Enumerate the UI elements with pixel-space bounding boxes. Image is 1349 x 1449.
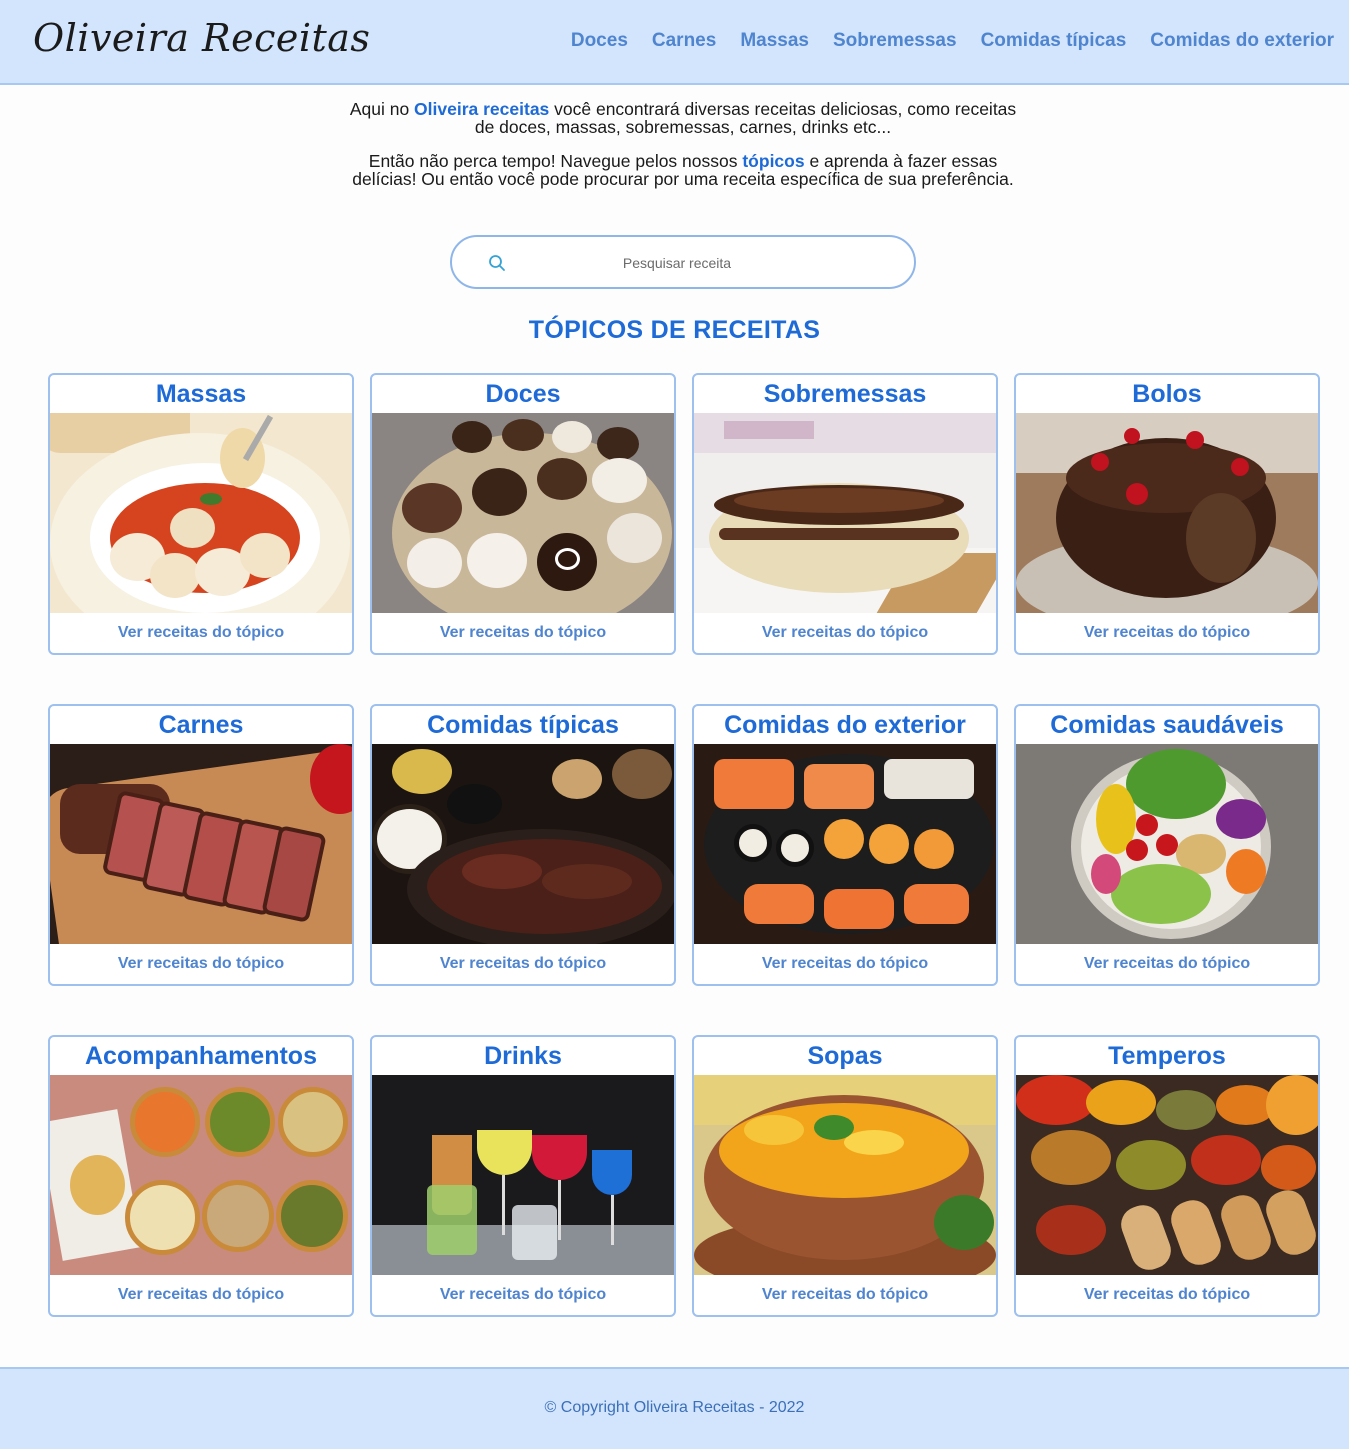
card-link[interactable]: Ver receitas do tópico <box>50 944 352 984</box>
topic-card-comidas-saudaveis[interactable]: Comidas saudáveis Ver receitas do tópico <box>1014 704 1320 986</box>
bolos-image[interactable] <box>1016 413 1318 613</box>
nav-link-carnes[interactable]: Carnes <box>652 30 716 52</box>
intro-topics-highlight: tópicos <box>742 151 805 171</box>
intro-paragraph-2: Então não perca tempo! Navegue pelos nos… <box>340 152 1026 188</box>
copyright-text: © Copyright Oliveira Receitas - 2022 <box>544 1399 805 1416</box>
topic-card-comidas-exterior[interactable]: Comidas do exterior Ver receitas do tópi… <box>692 704 998 986</box>
intro-text: Aqui no Oliveira receitas você encontrar… <box>340 100 1026 204</box>
card-link[interactable]: Ver receitas do tópico <box>372 1275 674 1315</box>
site-logo[interactable]: Oliveira Receitas <box>33 16 370 60</box>
card-title: Comidas saudáveis <box>1050 711 1284 739</box>
card-link[interactable]: Ver receitas do tópico <box>1016 944 1318 984</box>
nav-link-doces[interactable]: Doces <box>571 30 628 52</box>
card-title: Comidas típicas <box>427 711 619 739</box>
topic-card-comidas-tipicas[interactable]: Comidas típicas Ver receitas do tópico <box>370 704 676 986</box>
acompanhamentos-image[interactable] <box>50 1075 352 1275</box>
card-link[interactable]: Ver receitas do tópico <box>694 613 996 653</box>
card-title: Carnes <box>158 711 244 739</box>
card-title: Doces <box>485 380 561 408</box>
drinks-image[interactable] <box>372 1075 674 1275</box>
carnes-image[interactable] <box>50 744 352 944</box>
topic-card-massas[interactable]: Massas Ver receitas do tópico <box>48 373 354 655</box>
site-header: Oliveira Receitas Doces Carnes Massas So… <box>0 0 1349 85</box>
topic-card-carnes[interactable]: Carnes Ver receitas do tópico <box>48 704 354 986</box>
card-link[interactable]: Ver receitas do tópico <box>1016 613 1318 653</box>
sopas-image[interactable] <box>694 1075 996 1275</box>
comidas-tipicas-image[interactable] <box>372 744 674 944</box>
card-link[interactable]: Ver receitas do tópico <box>50 1275 352 1315</box>
card-link[interactable]: Ver receitas do tópico <box>372 613 674 653</box>
nav-link-comidas-exterior[interactable]: Comidas do exterior <box>1150 30 1334 52</box>
intro-p2-pre: Então não perca tempo! Navegue pelos nos… <box>368 151 743 171</box>
card-title: Bolos <box>1132 380 1202 408</box>
topic-card-bolos[interactable]: Bolos Ver receitas do tópico <box>1014 373 1320 655</box>
search-input[interactable] <box>522 249 832 277</box>
card-title: Comidas do exterior <box>724 711 966 739</box>
card-title: Acompanhamentos <box>85 1042 317 1070</box>
card-link[interactable]: Ver receitas do tópico <box>372 944 674 984</box>
card-link[interactable]: Ver receitas do tópico <box>694 1275 996 1315</box>
temperos-image[interactable] <box>1016 1075 1318 1275</box>
topic-card-acompanhamentos[interactable]: Acompanhamentos Ver receitas do tópico <box>48 1035 354 1317</box>
topic-card-drinks[interactable]: Drinks Ver receitas do tópico <box>370 1035 676 1317</box>
section-title: TÓPICOS DE RECEITAS <box>528 316 821 344</box>
topic-card-temperos[interactable]: Temperos Ver receitas do tópico <box>1014 1035 1320 1317</box>
intro-p1-post: você encontrará diversas receitas delici… <box>474 99 1017 137</box>
nav-link-massas[interactable]: Massas <box>740 30 809 52</box>
intro-brand-highlight: Oliveira receitas <box>414 99 550 119</box>
site-footer: © Copyright Oliveira Receitas - 2022 <box>0 1367 1349 1449</box>
card-title: Temperos <box>1108 1042 1226 1070</box>
comidas-saudaveis-image[interactable] <box>1016 744 1318 944</box>
nav-link-comidas-tipicas[interactable]: Comidas típicas <box>981 30 1127 52</box>
sobremessas-image[interactable] <box>694 413 996 613</box>
card-title: Massas <box>155 380 247 408</box>
massas-image[interactable] <box>50 413 352 613</box>
intro-p1-pre: Aqui no <box>349 99 415 119</box>
topics-grid: Massas Ver receitas do tópico Doces Ver … <box>48 373 1320 1317</box>
search-icon[interactable] <box>488 254 506 272</box>
card-title: Sopas <box>807 1042 883 1070</box>
intro-paragraph-1: Aqui no Oliveira receitas você encontrar… <box>340 100 1026 136</box>
card-link[interactable]: Ver receitas do tópico <box>694 944 996 984</box>
card-title: Sobremessas <box>763 380 927 408</box>
card-link[interactable]: Ver receitas do tópico <box>50 613 352 653</box>
search-box[interactable] <box>450 235 916 289</box>
card-title: Drinks <box>484 1042 562 1070</box>
main-nav: Doces Carnes Massas Sobremessas Comidas … <box>571 30 1334 52</box>
topic-card-sobremessas[interactable]: Sobremessas Ver receitas do tópico <box>692 373 998 655</box>
doces-image[interactable] <box>372 413 674 613</box>
topic-card-sopas[interactable]: Sopas Ver receitas do tópico <box>692 1035 998 1317</box>
card-link[interactable]: Ver receitas do tópico <box>1016 1275 1318 1315</box>
topic-card-doces[interactable]: Doces Ver receitas do tópico <box>370 373 676 655</box>
nav-link-sobremessas[interactable]: Sobremessas <box>833 30 957 52</box>
comidas-exterior-image[interactable] <box>694 744 996 944</box>
